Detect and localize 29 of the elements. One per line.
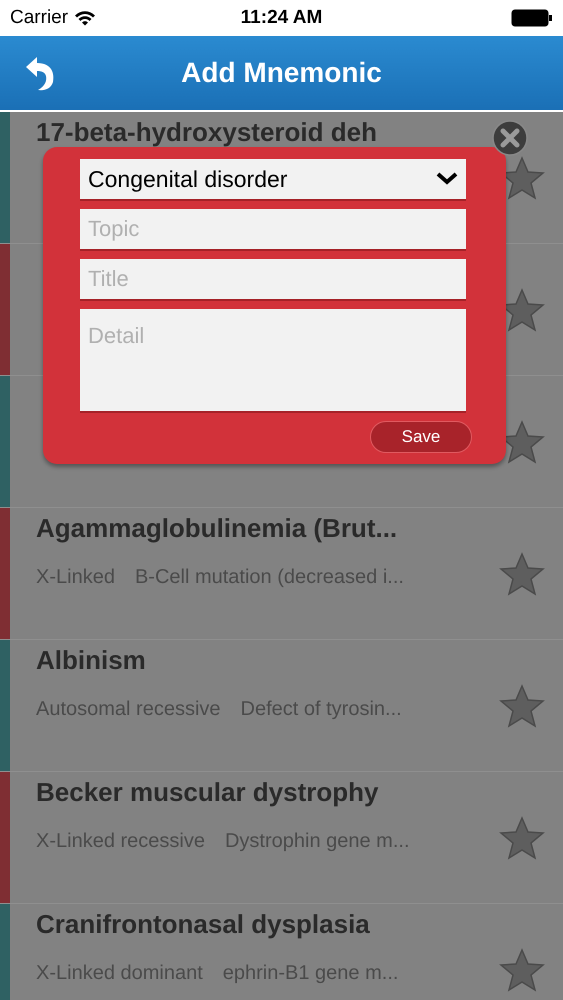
detail-field[interactable]: Detail [80,309,466,411]
star-icon[interactable] [499,684,545,728]
topic-field[interactable]: Topic [80,209,466,249]
row-title: Albinism [36,645,146,675]
star-icon[interactable] [499,816,545,860]
clock-time: 11:24 AM [240,7,322,28]
screen-title: Add Mnemonic [181,57,382,89]
row-title: 17-beta-hydroxysteroid deh [36,117,377,147]
inheritance-text: Autosomal recessive [36,698,221,721]
star-icon[interactable] [499,552,545,596]
detail-text: B-Cell mutation (decreased i... [134,566,404,589]
category-dropdown[interactable]: Congenital disorder [80,159,466,199]
detail-text: Dystrophin gene m... [224,830,410,853]
row-title: Becker muscular dystrophy [36,777,378,807]
inheritance-text: X-Linked recessive [36,830,205,853]
row-title: Agammaglobulinemia (Brut... [36,513,398,543]
close-icon[interactable] [492,120,528,156]
detail-text: ephrin-B1 gene m... [222,962,398,985]
title-field[interactable]: Title [80,259,466,299]
battery-icon [511,9,553,27]
detail-text: Defect of tyrosin... [240,698,402,721]
carrier-label: Carrier [10,7,68,29]
chevron-down-icon [436,172,458,186]
wifi-icon [74,10,96,26]
inheritance-text: X-Linked [36,566,115,589]
row-title: Cranifrontonasal dysplasia [36,909,370,939]
star-icon[interactable] [499,948,545,992]
save-button[interactable]: Save [370,421,472,453]
inheritance-text: X-Linked dominant [36,962,203,985]
